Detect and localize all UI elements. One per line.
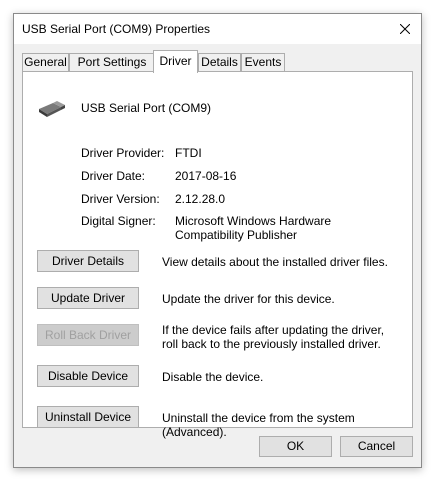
driver-version-value: 2.12.28.0 (175, 192, 226, 206)
title-bar[interactable]: USB Serial Port (COM9) Properties (14, 14, 421, 44)
driver-date-label: Driver Date: (81, 169, 146, 183)
driver-details-description: View details about the installed driver … (162, 255, 388, 269)
uninstall-device-description: Uninstall the device from the system (Ad… (162, 411, 355, 439)
tab-strip: General Port Settings Driver Details Eve… (22, 50, 413, 73)
roll-back-driver-button[interactable]: Roll Back Driver (37, 324, 139, 346)
close-icon (400, 24, 410, 34)
driver-date-value: 2017-08-16 (175, 169, 237, 183)
cancel-button[interactable]: Cancel (340, 436, 413, 457)
tab-events[interactable]: Events (241, 53, 285, 71)
driver-tab-panel: USB Serial Port (COM9) Driver Provider: … (22, 71, 413, 439)
tab-details[interactable]: Details (198, 53, 241, 71)
tab-port-settings[interactable]: Port Settings (69, 53, 155, 71)
ok-button[interactable]: OK (259, 436, 332, 457)
driver-provider-label: Driver Provider: (81, 146, 165, 160)
uninstall-device-button[interactable]: Uninstall Device (37, 406, 139, 428)
update-driver-description: Update the driver for this device. (162, 292, 335, 306)
digital-signer-label: Digital Signer: (81, 214, 156, 228)
window-title: USB Serial Port (COM9) Properties (22, 22, 211, 36)
disable-device-description: Disable the device. (162, 370, 264, 384)
roll-back-driver-description: If the device fails after updating the d… (162, 323, 385, 351)
tab-general[interactable]: General (22, 53, 69, 71)
driver-provider-value: FTDI (175, 146, 202, 160)
disable-device-button[interactable]: Disable Device (37, 365, 139, 387)
digital-signer-value: Microsoft Windows Hardware Compatibility… (175, 214, 332, 242)
usb-plug-icon (37, 99, 67, 122)
close-button[interactable] (389, 14, 421, 44)
update-driver-button[interactable]: Update Driver (37, 287, 139, 309)
driver-version-label: Driver Version: (81, 192, 160, 206)
driver-details-button[interactable]: Driver Details (37, 250, 139, 272)
tab-driver[interactable]: Driver (153, 50, 198, 73)
device-name: USB Serial Port (COM9) (81, 101, 212, 115)
properties-dialog: USB Serial Port (COM9) Properties Genera… (13, 13, 422, 468)
